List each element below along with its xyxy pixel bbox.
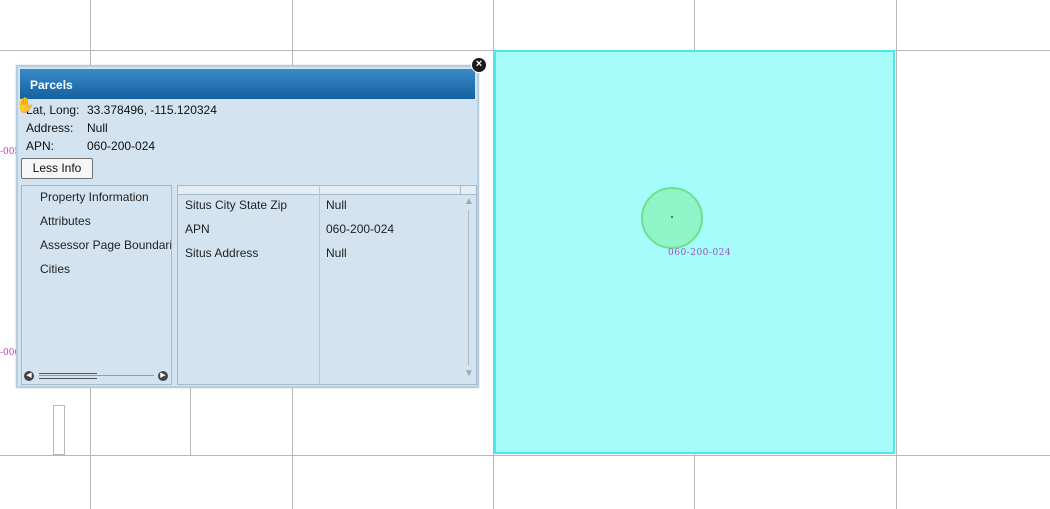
- latlong-row: Lat, Long: 33.378496, -115.120324: [26, 103, 217, 117]
- vertical-scroll-track: [468, 210, 469, 365]
- parcel-boundary-line: [0, 455, 1050, 456]
- small-parcel-outline: [53, 405, 65, 455]
- grid-field-value: 060-200-024: [326, 222, 395, 236]
- grid-field-value: Null: [326, 198, 347, 212]
- address-row: Address: Null: [26, 121, 108, 135]
- close-icon[interactable]: ×: [471, 57, 487, 73]
- arrow-left-icon[interactable]: ◀: [24, 371, 34, 381]
- grid-field-value: Null: [326, 246, 347, 260]
- arrow-right-icon[interactable]: ▶: [158, 371, 168, 381]
- apn-label: APN:: [26, 139, 55, 153]
- arrow-up-icon[interactable]: ▲: [464, 197, 474, 207]
- nav-item-attributes[interactable]: Attributes: [40, 214, 91, 228]
- parcel-apn-label: 060-200-024: [668, 248, 732, 258]
- less-info-button[interactable]: Less Info: [21, 158, 93, 179]
- latlong-label: Lat, Long:: [26, 103, 80, 117]
- parcel-boundary-line: [896, 0, 897, 509]
- address-value: Null: [87, 121, 108, 135]
- nav-item-property-information[interactable]: Property Information: [40, 190, 149, 204]
- grid-header-divider: [460, 186, 461, 194]
- address-label: Address:: [26, 121, 74, 135]
- grid-field-name: Situs City State Zip: [185, 198, 288, 212]
- grid-field-name: Situs Address: [185, 246, 259, 260]
- popup-header: Parcels: [20, 69, 475, 99]
- attribute-grid: Situs City State Zip Null APN 060-200-02…: [177, 185, 477, 385]
- grid-field-name: APN: [185, 222, 210, 236]
- nav-item-cities[interactable]: Cities: [40, 262, 70, 276]
- popup-title: Parcels: [30, 78, 73, 92]
- apn-value: 060-200-024: [87, 139, 156, 153]
- info-popup: Parcels Lat, Long: 33.378496, -115.120324…: [16, 65, 479, 388]
- location-point-center: [671, 216, 673, 218]
- apn-row: APN: 060-200-024: [26, 139, 155, 153]
- vertical-scrollbar[interactable]: ▲ ▼: [462, 195, 476, 384]
- grid-column-divider: [319, 186, 320, 384]
- grid-header: [178, 186, 476, 195]
- edge-parcel-label: -005: [0, 147, 16, 157]
- arrow-down-icon[interactable]: ▼: [464, 369, 474, 379]
- info-nav-list: Property Information Attributes Assessor…: [21, 185, 172, 385]
- horizontal-scroll-thumb[interactable]: [39, 373, 97, 379]
- latlong-value: 33.378496, -115.120324: [87, 103, 217, 117]
- nav-item-assessor-page-boundaries[interactable]: Assessor Page Boundaries: [40, 238, 171, 252]
- edge-parcel-label: -006: [0, 348, 16, 358]
- hand-cursor-icon: ✋: [16, 97, 35, 114]
- location-point-marker[interactable]: [641, 187, 703, 249]
- parcel-boundary-line: [190, 388, 191, 455]
